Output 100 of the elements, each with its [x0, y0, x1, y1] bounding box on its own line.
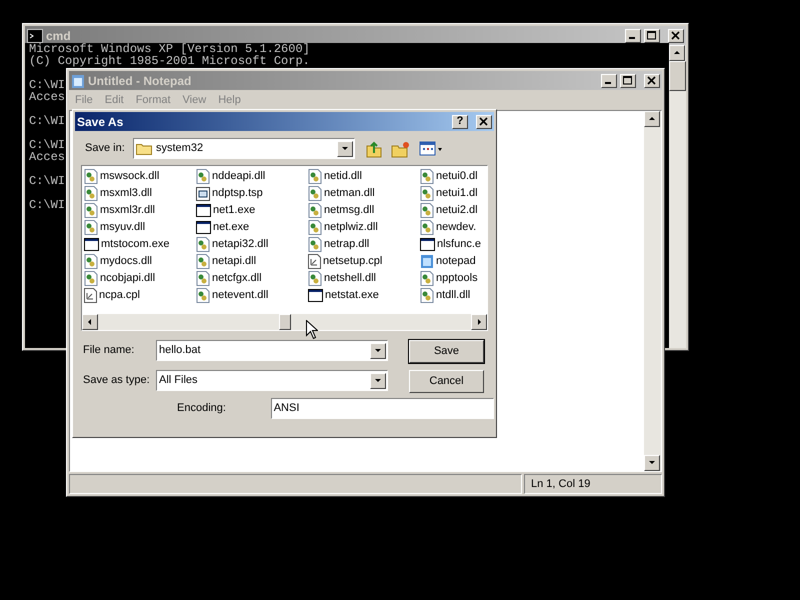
- list-entry[interactable]: netapi32.dll: [212, 236, 268, 253]
- minimize-button[interactable]: [625, 28, 641, 42]
- gear-page-icon: [84, 169, 98, 184]
- list-entry[interactable]: ncobjapi.dll: [100, 270, 156, 287]
- console-line: (C) Copyright 1985-2001 Microsoft Corp.: [29, 55, 310, 67]
- list-entry[interactable]: mtstocom.exe: [101, 236, 170, 253]
- list-entry[interactable]: netsetup.cpl: [323, 253, 382, 270]
- gear-page-icon: [196, 288, 210, 303]
- notepad-icon: [420, 254, 434, 269]
- minimize-button[interactable]: [601, 74, 617, 88]
- gear-page-icon: [308, 220, 322, 235]
- list-entry[interactable]: nlsfunc.e: [437, 236, 482, 253]
- scroll-thumb[interactable]: [669, 61, 686, 91]
- save-in-label: Save in:: [85, 141, 126, 156]
- list-entry[interactable]: ndptsp.tsp: [212, 185, 263, 202]
- list-entry[interactable]: mswsock.dll: [100, 168, 160, 185]
- console-line: Acces: [29, 91, 66, 103]
- list-entry[interactable]: netui2.dl: [436, 202, 478, 219]
- gear-page-icon: [308, 237, 322, 252]
- list-entry[interactable]: mydocs.dll: [100, 253, 152, 270]
- maximize-button[interactable]: [644, 28, 660, 42]
- encoding-field[interactable]: ANSI: [270, 398, 494, 419]
- close-button[interactable]: [668, 28, 684, 42]
- window-icon: [196, 186, 210, 200]
- view-menu-icon[interactable]: [419, 140, 443, 156]
- list-entry[interactable]: netui0.dl: [436, 168, 478, 185]
- help-button[interactable]: ?: [452, 114, 468, 128]
- list-entry[interactable]: notepad: [436, 253, 476, 270]
- gear-page-icon: [420, 203, 434, 218]
- page-icon: [308, 254, 321, 269]
- gear-page-icon: [308, 186, 322, 201]
- list-entry[interactable]: msxml3r.dll: [100, 202, 156, 219]
- save-in-dropdown[interactable]: system32: [133, 138, 355, 159]
- list-entry[interactable]: netapi.dll: [212, 253, 256, 270]
- list-entry[interactable]: ntdll.dll: [436, 287, 470, 304]
- console-line: C:\WI: [29, 199, 66, 211]
- list-entry[interactable]: netshell.dll: [324, 270, 376, 287]
- gear-page-icon: [196, 271, 210, 286]
- window-title: Untitled - Notepad: [88, 72, 192, 90]
- file-name-field[interactable]: hello.bat: [156, 340, 388, 361]
- list-entry[interactable]: msyuv.dll: [100, 219, 146, 236]
- up-folder-icon[interactable]: [365, 140, 383, 158]
- list-entry[interactable]: netevent.dll: [212, 287, 268, 304]
- scroll-left-button[interactable]: [82, 314, 98, 330]
- gear-page-icon: [84, 271, 98, 286]
- list-entry[interactable]: netman.dll: [324, 185, 375, 202]
- gear-page-icon: [84, 186, 98, 201]
- scrollbar[interactable]: [644, 111, 661, 471]
- maximize-button[interactable]: [620, 74, 636, 88]
- scroll-up-button[interactable]: [644, 111, 660, 127]
- window-icon: [84, 238, 99, 251]
- list-entry[interactable]: npptools: [436, 270, 478, 287]
- gear-page-icon: [420, 288, 434, 303]
- list-entry[interactable]: newdev.: [436, 219, 476, 236]
- list-entry[interactable]: netstat.exe: [325, 287, 379, 304]
- close-button[interactable]: [476, 114, 492, 128]
- gear-page-icon: [420, 169, 434, 184]
- console-line: C:\WI: [29, 115, 66, 127]
- scroll-right-button[interactable]: [471, 314, 487, 330]
- list-entry[interactable]: nddeapi.dll: [212, 168, 266, 185]
- gear-page-icon: [420, 271, 434, 286]
- cancel-button[interactable]: Cancel: [409, 370, 484, 393]
- gear-page-icon: [308, 203, 322, 218]
- gear-page-icon: [196, 237, 210, 252]
- list-entry[interactable]: ncpa.cpl: [99, 287, 140, 304]
- list-entry[interactable]: net.exe: [213, 219, 250, 236]
- gear-page-icon: [308, 169, 322, 184]
- scroll-down-button[interactable]: [644, 455, 660, 471]
- window-title: cmd: [46, 28, 72, 43]
- save-type-dropdown[interactable]: All Files: [156, 370, 388, 391]
- console-line: Acces: [29, 151, 66, 163]
- close-button[interactable]: [644, 74, 660, 88]
- dropdown-button[interactable]: [370, 342, 386, 358]
- list-entry[interactable]: netui1.dl: [436, 185, 478, 202]
- scroll-up-button[interactable]: [669, 45, 685, 61]
- list-entry[interactable]: netcfgx.dll: [212, 270, 262, 287]
- gear-page-icon: [308, 271, 322, 286]
- dropdown-button[interactable]: [370, 372, 386, 388]
- scroll-thumb[interactable]: [278, 314, 290, 330]
- list-entry[interactable]: netmsg.dll: [324, 202, 374, 219]
- horizontal-scrollbar[interactable]: [82, 314, 487, 330]
- list-entry[interactable]: net1.exe: [213, 202, 256, 219]
- gear-page-icon: [196, 169, 210, 184]
- status-text: Ln 1, Col 19: [531, 476, 590, 492]
- dropdown-button[interactable]: [337, 140, 353, 156]
- console-line: C:\WI: [29, 139, 66, 151]
- close-icon: [479, 117, 489, 126]
- list-entry[interactable]: netrap.dll: [324, 236, 370, 253]
- list-entry[interactable]: msxml3.dll: [100, 185, 152, 202]
- gear-page-icon: [420, 220, 434, 235]
- new-folder-icon[interactable]: [391, 140, 411, 158]
- file-name-label: File name:: [83, 343, 136, 358]
- window-icon: [196, 204, 211, 217]
- list-entry[interactable]: netid.dll: [324, 168, 362, 185]
- console-line: C:\WI: [29, 79, 66, 91]
- list-entry[interactable]: netplwiz.dll: [324, 219, 378, 236]
- folder-icon: [136, 142, 152, 155]
- close-icon: [671, 31, 681, 40]
- save-button[interactable]: Save: [409, 340, 484, 363]
- scrollbar[interactable]: [669, 45, 686, 348]
